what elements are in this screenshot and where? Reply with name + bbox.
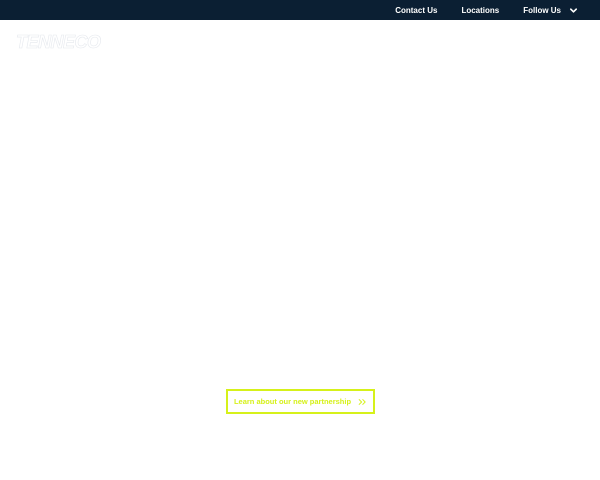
contact-us-link[interactable]: Contact Us (395, 6, 437, 15)
utility-nav: Contact Us Locations Follow Us (395, 0, 578, 20)
double-chevron-right-icon (358, 398, 366, 405)
partnership-cta-button[interactable]: Learn about our new partnership (226, 389, 375, 414)
locations-link[interactable]: Locations (461, 6, 499, 15)
utility-bar: Contact Us Locations Follow Us (0, 0, 600, 20)
tenneco-logo[interactable]: TENNECO (14, 31, 118, 53)
contact-us-label: Contact Us (395, 5, 438, 15)
follow-us-label: Follow Us (523, 5, 561, 15)
logo-wordmark: TENNECO (16, 32, 101, 52)
locations-label: Locations (461, 5, 500, 15)
follow-us-dropdown[interactable]: Follow Us (523, 6, 578, 15)
cta-label: Learn about our new partnership (233, 397, 352, 406)
chevron-down-icon (569, 7, 578, 13)
